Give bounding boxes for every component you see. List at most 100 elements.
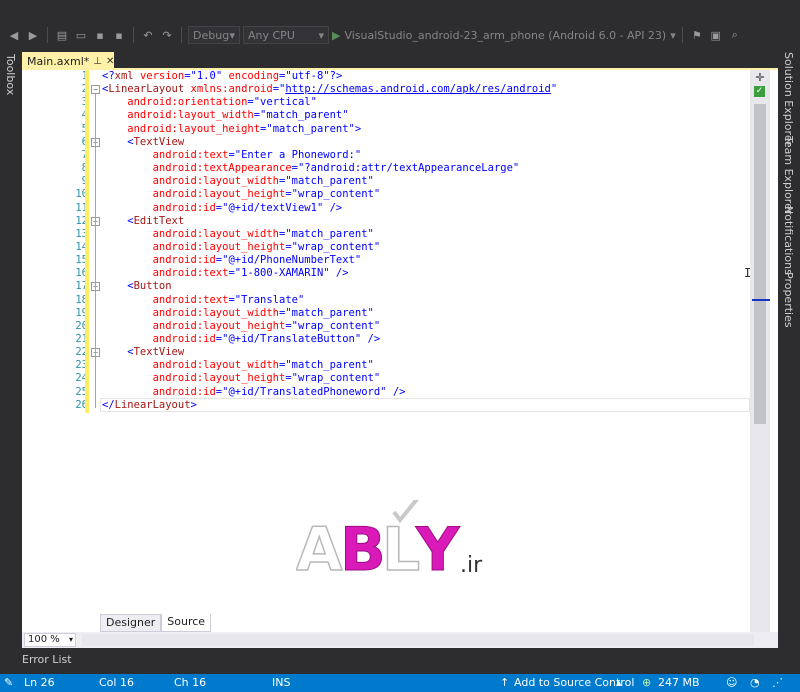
properties-tab[interactable]: Properties xyxy=(782,272,795,328)
char-indicator: Ch 16 xyxy=(174,676,207,689)
code-editor[interactable]: 1234567891011121314151617181920212223242… xyxy=(22,70,778,632)
code-line[interactable]: <LinearLayout xmlns:android="http://sche… xyxy=(102,83,557,96)
line-number: 15 xyxy=(75,254,88,267)
close-icon[interactable]: ✕ xyxy=(106,56,114,67)
code-line[interactable]: android:orientation="vertical" xyxy=(102,96,317,109)
toolbar-separator xyxy=(47,27,48,43)
line-number: 24 xyxy=(75,372,88,385)
code-line[interactable]: <?xml version="1.0" encoding="utf-8"?> xyxy=(102,70,342,83)
code-line[interactable]: android:layout_height="wrap_content" xyxy=(102,320,381,333)
code-token: TextView xyxy=(133,346,185,359)
new-project-icon[interactable]: ▤ xyxy=(54,27,70,43)
vertical-scroll-thumb[interactable] xyxy=(754,104,766,424)
zoom-select[interactable]: 100 % ▾ xyxy=(24,633,76,647)
code-line[interactable]: android:layout_height="wrap_content" xyxy=(102,240,381,254)
tab-source[interactable]: Source xyxy=(161,614,212,632)
code-line[interactable]: android:layout_width="match_parent" xyxy=(102,359,374,372)
solution-configuration-select[interactable]: Debug ▾ xyxy=(188,26,240,44)
configuration-value: Debug xyxy=(193,28,230,42)
code-token: TextView xyxy=(133,135,185,148)
code-token: android:layout_height xyxy=(102,240,286,253)
split-window-icon[interactable]: ✛ xyxy=(754,72,766,84)
code-line[interactable]: android:text="Translate" xyxy=(102,293,305,307)
code-line[interactable]: android:id="@+id/PhoneNumberText" xyxy=(102,254,362,267)
find-icon[interactable]: ⌕ xyxy=(727,27,743,43)
code-token: android:layout_width xyxy=(102,306,280,319)
save-icon[interactable]: ▪ xyxy=(92,27,108,43)
ably-watermark-logo: A B L Y .ir xyxy=(296,500,483,580)
solution-explorer-tab[interactable]: Solution Explorer xyxy=(782,52,795,146)
team-explorer-tab[interactable]: Team Explorer xyxy=(782,136,795,214)
notifications-icon[interactable]: ◔ xyxy=(750,676,760,689)
code-token: EditText xyxy=(133,214,185,227)
code-line[interactable]: <TextView xyxy=(102,136,184,149)
code-token: android:text xyxy=(102,293,229,306)
column-indicator: Col 16 xyxy=(99,676,134,689)
memory-icon: ⊕ xyxy=(642,676,652,689)
no-issues-icon: ✓ xyxy=(754,86,765,97)
undo-icon[interactable]: ↶ xyxy=(140,27,156,43)
code-line[interactable]: android:textAppearance="?android:attr/te… xyxy=(102,162,520,175)
code-line[interactable]: android:layout_height="match_parent"> xyxy=(102,123,361,136)
device-manager-icon[interactable]: ⚑ xyxy=(689,27,705,43)
code-line[interactable]: android:layout_width="match_parent" xyxy=(102,109,348,122)
horizontal-scrollbar[interactable] xyxy=(82,634,754,646)
feedback-smile-icon[interactable]: ☺ xyxy=(726,676,737,689)
android-sdk-icon[interactable]: ▣ xyxy=(708,27,724,43)
chevron-down-icon: ▾ xyxy=(229,28,235,42)
code-token: /> xyxy=(361,333,381,345)
forward-icon[interactable]: ▶ xyxy=(25,27,41,43)
memory-usage: 247 MB xyxy=(658,676,700,689)
collapse-region-icon[interactable]: − xyxy=(91,85,100,95)
chevron-up-icon[interactable]: ▴ xyxy=(616,676,622,689)
redo-icon[interactable]: ↷ xyxy=(159,27,175,43)
code-line[interactable]: android:layout_width="match_parent" xyxy=(102,175,374,188)
tab-designer[interactable]: Designer xyxy=(100,614,162,632)
code-line[interactable]: <TextView xyxy=(102,346,184,359)
code-line[interactable]: android:id="@+id/TranslatedPhoneword" /> xyxy=(102,386,406,399)
toolbox-tab[interactable]: Toolbox xyxy=(4,54,17,95)
outline-guide xyxy=(95,357,96,395)
notifications-tab[interactable]: Notifications xyxy=(782,206,795,275)
line-number: 11 xyxy=(75,201,88,214)
code-token: /> xyxy=(323,201,343,214)
code-token: "@+id/TranslateButton" xyxy=(222,333,362,345)
solution-platform-select[interactable]: Any CPU ▾ xyxy=(243,26,329,44)
svg-text:L: L xyxy=(382,515,420,580)
open-file-icon[interactable]: ▭ xyxy=(73,27,89,43)
code-token: LinearLayout xyxy=(108,83,185,96)
code-token: "match_parent" xyxy=(266,122,355,135)
code-token: "Translate" xyxy=(234,293,305,306)
line-number: 3 xyxy=(26,96,88,108)
save-all-icon[interactable]: ▪ xyxy=(111,27,127,43)
vertical-scrollbar[interactable] xyxy=(750,70,770,632)
line-number: 23 xyxy=(75,359,88,372)
code-line[interactable]: <Button xyxy=(102,280,172,293)
code-token: Button xyxy=(133,280,172,293)
code-line[interactable]: android:layout_width="match_parent" xyxy=(102,307,374,320)
code-token: "vertical" xyxy=(253,96,317,109)
pin-icon[interactable]: ⊥ xyxy=(93,56,102,67)
code-line[interactable]: <EditText xyxy=(102,215,184,228)
code-token: "@+id/PhoneNumberText" xyxy=(222,254,362,267)
change-tracking-bar xyxy=(85,70,89,413)
code-line[interactable]: </LinearLayout> xyxy=(102,399,197,412)
svg-text:B: B xyxy=(340,515,386,580)
line-number: 13 xyxy=(75,227,88,240)
error-list-tab[interactable]: Error List xyxy=(22,653,72,666)
line-number: 5 xyxy=(26,123,88,135)
back-icon[interactable]: ◀ xyxy=(6,27,22,43)
code-line[interactable]: android:layout_width="match_parent" xyxy=(102,228,374,241)
code-token: version xyxy=(133,70,185,82)
code-line[interactable]: android:id="@+id/textView1" /> xyxy=(102,201,343,215)
code-token[interactable]: http://schemas.android.com/apk/res/andro… xyxy=(285,83,551,95)
line-number: 6 xyxy=(26,136,88,148)
code-line[interactable]: android:text="1-800-XAMARIN" /> xyxy=(102,267,349,280)
code-line[interactable]: android:layout_height="wrap_content" xyxy=(102,372,381,385)
code-token: android:id xyxy=(102,333,216,345)
code-line[interactable]: android:text="Enter a Phoneword:" xyxy=(102,149,362,162)
code-line[interactable]: android:layout_height="wrap_content" xyxy=(102,188,381,201)
start-debugging-button[interactable]: ▶ VisualStudio_android-23_arm_phone (And… xyxy=(332,26,676,44)
code-line[interactable]: android:id="@+id/TranslateButton" /> xyxy=(102,333,381,346)
code-token: < xyxy=(102,346,134,359)
